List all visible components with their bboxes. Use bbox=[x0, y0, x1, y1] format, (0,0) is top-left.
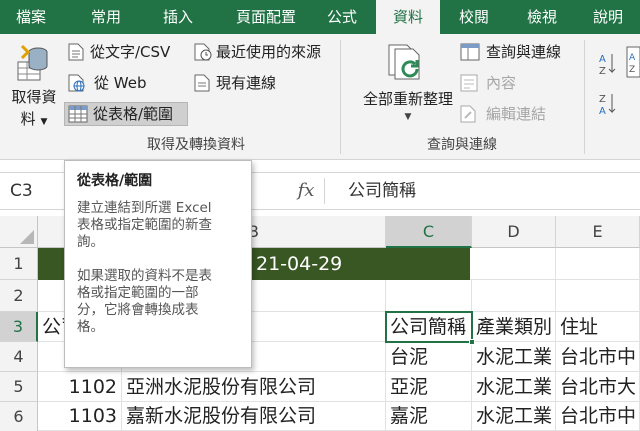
refresh-all-button[interactable]: 全部重新整理 ▼ bbox=[352, 40, 460, 132]
ribbon: 取得資 料 ▼ 從文字/CSV 從 Web 從表格/範圍 最近使用的來源 現有連… bbox=[0, 34, 640, 160]
formula-divider bbox=[324, 178, 325, 204]
svg-text:Z: Z bbox=[599, 94, 606, 105]
text-file-icon bbox=[68, 43, 84, 61]
svg-text:Z: Z bbox=[599, 66, 606, 76]
sort-az-icon[interactable]: AZ bbox=[598, 52, 618, 76]
tab-page-layout[interactable]: 頁面配置 bbox=[222, 0, 310, 34]
edit-links-label: 編輯連結 bbox=[486, 105, 547, 123]
cell-c4[interactable]: 台泥 bbox=[386, 342, 472, 372]
select-all-corner[interactable] bbox=[0, 216, 38, 248]
ribbon-tab-bar: 檔案 常用 插入 頁面配置 公式 資料 校閱 檢視 說明 bbox=[0, 0, 640, 34]
ribbon-separator bbox=[584, 40, 585, 154]
tab-review[interactable]: 校閱 bbox=[446, 0, 502, 34]
queries-connections-button[interactable]: 查詢與連線 bbox=[460, 40, 576, 64]
cell-e2[interactable] bbox=[556, 280, 640, 312]
cell-c5[interactable]: 亞泥 bbox=[386, 372, 472, 402]
fill-handle[interactable] bbox=[469, 339, 475, 345]
active-cell-border bbox=[385, 311, 473, 343]
connections-icon bbox=[194, 74, 210, 92]
chevron-down-icon: ▼ bbox=[40, 117, 48, 127]
tab-view[interactable]: 檢視 bbox=[514, 0, 570, 34]
row-header[interactable]: 2 bbox=[0, 280, 38, 312]
cell-e3[interactable]: 住址 bbox=[556, 312, 640, 342]
from-web-label: 從 Web bbox=[94, 74, 147, 92]
cell-d6[interactable]: 水泥工業 bbox=[472, 402, 556, 431]
insert-function-button[interactable]: fx bbox=[286, 173, 326, 209]
row-header[interactable]: 5 bbox=[0, 372, 38, 402]
get-data-label-2: 料 bbox=[20, 110, 36, 128]
tab-insert[interactable]: 插入 bbox=[148, 0, 208, 34]
cell-e5[interactable]: 台北市大 bbox=[556, 372, 640, 402]
tab-help[interactable]: 說明 bbox=[582, 0, 634, 34]
tooltip-title: 從表格/範圍 bbox=[77, 173, 153, 189]
cell-d4[interactable]: 水泥工業 bbox=[472, 342, 556, 372]
cell-a6[interactable]: 1103 bbox=[38, 402, 122, 431]
tooltip-note: 如果選取的資料不是表 格或指定範圍的一部 分，它將會轉換成表 格。 bbox=[77, 268, 212, 335]
ribbon-separator bbox=[340, 40, 341, 154]
table-icon bbox=[68, 105, 88, 123]
from-table-range-label: 從表格/範圍 bbox=[93, 105, 174, 123]
properties-icon bbox=[460, 74, 478, 92]
tab-file[interactable]: 檔案 bbox=[0, 0, 62, 34]
column-header-e[interactable]: E bbox=[556, 216, 640, 248]
cell-d5[interactable]: 水泥工業 bbox=[472, 372, 556, 402]
cell-d1[interactable] bbox=[470, 248, 556, 280]
sort-za-icon[interactable]: ZA bbox=[598, 92, 618, 116]
existing-connections-button[interactable]: 現有連線 bbox=[194, 71, 294, 95]
cell-b5[interactable]: 亞洲水泥股份有限公司 bbox=[122, 372, 386, 402]
row-header[interactable]: 1 bbox=[0, 248, 38, 280]
row-header[interactable]: 4 bbox=[0, 342, 38, 372]
svg-text:A: A bbox=[599, 54, 606, 65]
from-table-range-button[interactable]: 從表格/範圍 bbox=[64, 102, 188, 126]
cell-b6[interactable]: 嘉新水泥股份有限公司 bbox=[122, 402, 386, 431]
recent-sources-label: 最近使用的來源 bbox=[216, 43, 322, 61]
cell-e6[interactable]: 台北市中 bbox=[556, 402, 640, 431]
from-web-button[interactable]: 從 Web bbox=[66, 71, 166, 95]
sort-icon[interactable]: AZ bbox=[626, 46, 640, 82]
get-data-label: 取得資 bbox=[11, 88, 57, 106]
edit-links-button[interactable]: 編輯連結 bbox=[460, 102, 560, 126]
cell-c6[interactable]: 嘉泥 bbox=[386, 402, 472, 431]
queries-icon bbox=[460, 43, 480, 61]
row-header[interactable]: 3 bbox=[0, 312, 38, 342]
refresh-all-icon bbox=[386, 42, 426, 84]
queries-connections-label: 查詢與連線 bbox=[486, 43, 562, 61]
tab-data[interactable]: 資料 bbox=[376, 0, 440, 34]
cell-a5[interactable]: 1102 bbox=[38, 372, 122, 402]
svg-text:A: A bbox=[629, 53, 636, 63]
excel-window: 檔案 常用 插入 頁面配置 公式 資料 校閱 檢視 說明 取得資 料 ▼ 從文字… bbox=[0, 0, 640, 431]
group-label-get-transform: 取得及轉換資料 bbox=[147, 137, 245, 153]
svg-text:Z: Z bbox=[629, 65, 635, 75]
row-header[interactable]: 6 bbox=[0, 402, 38, 431]
cell-d2[interactable] bbox=[472, 280, 556, 312]
cell-b1[interactable]: 21-04-29 bbox=[252, 248, 342, 280]
from-text-csv-label: 從文字/CSV bbox=[90, 43, 171, 61]
refresh-all-label: 全部重新整理 bbox=[362, 90, 453, 108]
column-header-d[interactable]: D bbox=[472, 216, 556, 248]
cell-e4[interactable]: 台北市中 bbox=[556, 342, 640, 372]
cell-e1[interactable] bbox=[556, 248, 640, 280]
from-text-csv-button[interactable]: 從文字/CSV bbox=[66, 40, 190, 64]
svg-text:A: A bbox=[599, 106, 606, 116]
group-label-queries-connections: 查詢與連線 bbox=[427, 137, 497, 153]
tooltip-description: 建立連結到所選 Excel 表格或指定範圍的新查 詢。 bbox=[77, 200, 212, 250]
column-header-c[interactable]: C bbox=[386, 216, 472, 248]
cell-d3[interactable]: 產業類別 bbox=[472, 312, 556, 342]
recent-sources-icon bbox=[194, 43, 212, 61]
properties-label: 內容 bbox=[486, 74, 517, 92]
tooltip-from-table-range: 從表格/範圍 建立連結到所選 Excel 表格或指定範圍的新查 詢。 如果選取的… bbox=[64, 160, 252, 368]
get-data-button[interactable]: 取得資 料 ▼ bbox=[8, 40, 60, 130]
chevron-down-icon: ▼ bbox=[404, 112, 412, 122]
web-icon bbox=[68, 74, 86, 92]
cell-c2[interactable] bbox=[386, 280, 472, 312]
existing-connections-label: 現有連線 bbox=[216, 74, 277, 92]
tab-formulas[interactable]: 公式 bbox=[318, 0, 366, 34]
database-icon bbox=[16, 42, 50, 84]
edit-links-icon bbox=[460, 105, 478, 123]
properties-button[interactable]: 內容 bbox=[460, 71, 540, 95]
tab-home[interactable]: 常用 bbox=[78, 0, 134, 34]
formula-input[interactable]: 公司簡稱 bbox=[348, 173, 416, 209]
recent-sources-button[interactable]: 最近使用的來源 bbox=[194, 40, 334, 64]
